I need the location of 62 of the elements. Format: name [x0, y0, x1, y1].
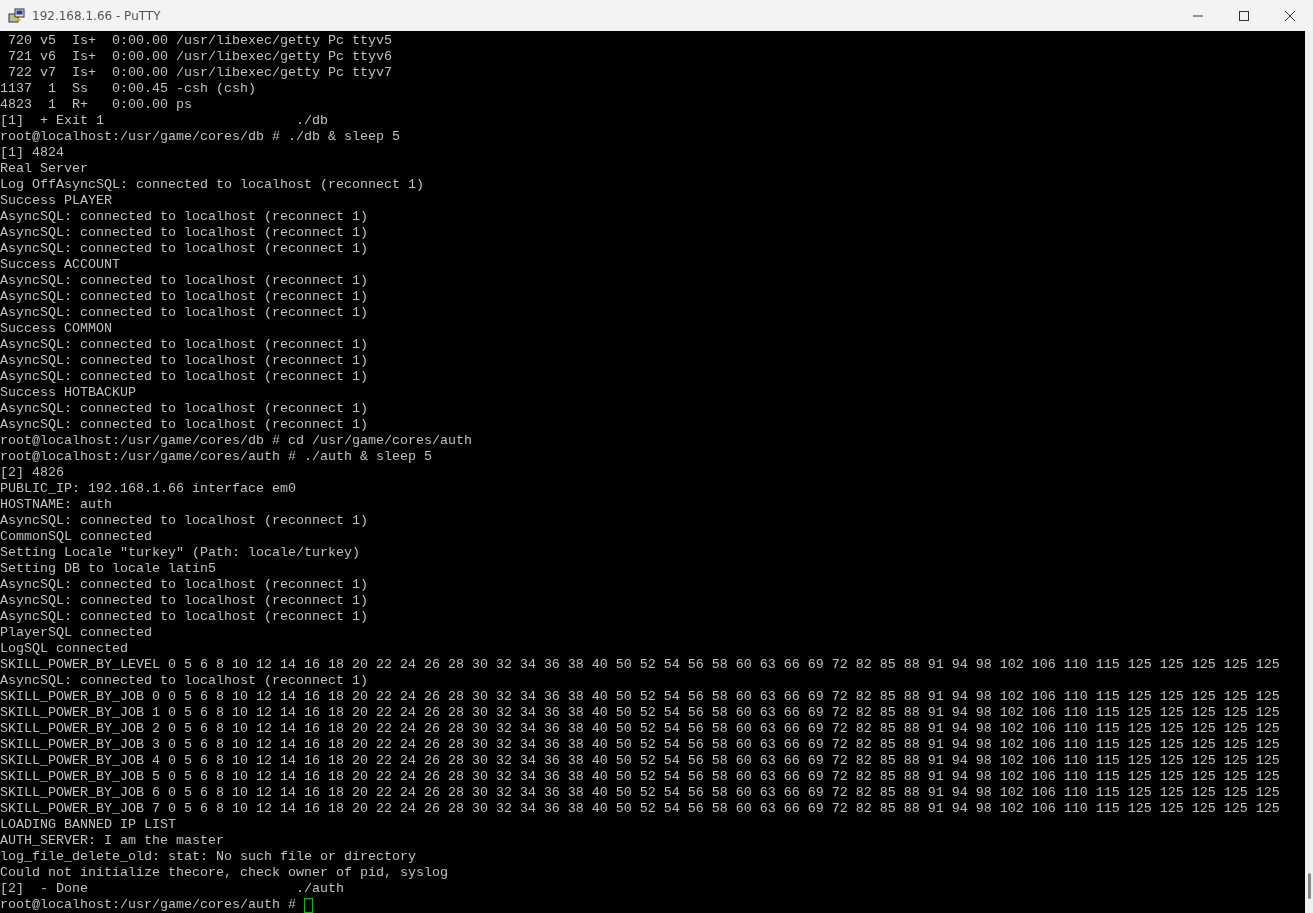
terminal-line: LOADING BANNED IP LIST — [0, 817, 177, 833]
terminal-line: SKILL_POWER_BY_LEVEL 0 5 6 8 10 12 14 16 18 20 22 24 26 28 30 32 34 36 38 40 50 52 54 56 58 60 63 66 69 72 82 85 88 91 94 98 102 106 110 115 125 125 125 125 125 — [0, 657, 1281, 673]
terminal-line: root@localhost:/usr/game/cores/db # cd /usr/game/cores/auth — [0, 433, 473, 449]
terminal-line: 721 v6 Is+ 0:00.00 /usr/libexec/getty Pc ttyv6 — [7, 49, 393, 65]
terminal-prompt: root@localhost:/usr/game/cores/auth # — [0, 897, 296, 913]
terminal-line: root@localhost:/usr/game/cores/db # ./db & sleep 5 — [0, 129, 401, 145]
terminal-line: 720 v5 Is+ 0:00.00 /usr/libexec/getty Pc ttyv5 — [7, 33, 393, 49]
maximize-icon — [1239, 10, 1249, 21]
window-title: 192.168.1.66 - PuTTY — [32, 8, 162, 23]
terminal-line: SKILL_POWER_BY_JOB 4 0 5 6 8 10 12 14 16 18 20 22 24 26 28 30 32 34 36 38 40 50 52 54 56 58 60 63 66 69 72 82 85 88 91 94 98 102 106 110 115 125 125 125 125 125 — [0, 753, 1281, 769]
terminal-line: 1137 1 Ss 0:00.45 -csh (csh) — [0, 81, 257, 97]
scrollbar-thumb[interactable] — [1308, 873, 1311, 899]
terminal-line: AsyncSQL: connected to localhost (reconnect 1) — [0, 289, 369, 305]
terminal-line: SKILL_POWER_BY_JOB 5 0 5 6 8 10 12 14 16 18 20 22 24 26 28 30 32 34 36 38 40 50 52 54 56 58 60 63 66 69 72 82 85 88 91 94 98 102 106 110 115 125 125 125 125 125 — [0, 769, 1281, 785]
terminal-line: Real Server — [0, 161, 89, 177]
terminal-line: Setting Locale "turkey" (Path: locale/turkey) — [0, 545, 361, 561]
text-cursor — [303, 897, 313, 913]
terminal-line: [2] - Done ./auth — [0, 881, 345, 897]
terminal-line: AUTH_SERVER: I am the master — [0, 833, 225, 849]
terminal-line: SKILL_POWER_BY_JOB 0 0 5 6 8 10 12 14 16 18 20 22 24 26 28 30 32 34 36 38 40 50 52 54 56 58 60 63 66 69 72 82 85 88 91 94 98 102 106 110 115 125 125 125 125 125 — [0, 689, 1281, 705]
terminal-line: AsyncSQL: connected to localhost (reconnect 1) — [0, 241, 369, 257]
terminal-line: PlayerSQL connected — [0, 625, 153, 641]
terminal-line: [1] 4824 — [0, 145, 65, 161]
terminal-line: SKILL_POWER_BY_JOB 1 0 5 6 8 10 12 14 16 18 20 22 24 26 28 30 32 34 36 38 40 50 52 54 56 58 60 63 66 69 72 82 85 88 91 94 98 102 106 110 115 125 125 125 125 125 — [0, 705, 1281, 721]
terminal-line: Success PLAYER — [0, 193, 113, 209]
scrollbar[interactable] — [1305, 31, 1313, 913]
terminal-line: [2] 4826 — [0, 465, 65, 481]
terminal-line: AsyncSQL: connected to localhost (reconnect 1) — [0, 577, 369, 593]
terminal-line: AsyncSQL: connected to localhost (reconnect 1) — [0, 593, 369, 609]
terminal-line: AsyncSQL: connected to localhost (reconnect 1) — [0, 273, 369, 289]
terminal-line: root@localhost:/usr/game/cores/auth # ./auth & sleep 5 — [0, 449, 433, 465]
terminal-line: Could not initialize thecore, check owner of pid, syslog — [0, 865, 449, 881]
terminal-line: AsyncSQL: connected to localhost (reconnect 1) — [0, 369, 369, 385]
terminal-line: Setting DB to locale latin5 — [0, 561, 217, 577]
terminal-line: AsyncSQL: connected to localhost (reconnect 1) — [0, 609, 369, 625]
terminal-line: [1] + Exit 1 ./db — [0, 113, 329, 129]
terminal-line: AsyncSQL: connected to localhost (reconnect 1) — [0, 305, 369, 321]
terminal-line: AsyncSQL: connected to localhost (reconnect 1) — [0, 673, 369, 689]
app-icon — [8, 7, 26, 24]
terminal-line: CommonSQL connected — [0, 529, 153, 545]
terminal-line: SKILL_POWER_BY_JOB 6 0 5 6 8 10 12 14 16 18 20 22 24 26 28 30 32 34 36 38 40 50 52 54 56 58 60 63 66 69 72 82 85 88 91 94 98 102 106 110 115 125 125 125 125 125 — [0, 785, 1281, 801]
terminal-line: AsyncSQL: connected to localhost (reconnect 1) — [0, 401, 369, 417]
terminal-line: PUBLIC_IP: 192.168.1.66 interface em0 — [0, 481, 297, 497]
close-icon — [1285, 10, 1295, 21]
terminal-line: LogSQL connected — [0, 641, 129, 657]
terminal-line: AsyncSQL: connected to localhost (reconnect 1) — [0, 225, 369, 241]
terminal-line: Success COMMON — [0, 321, 113, 337]
terminal-line: 4823 1 R+ 0:00.00 ps — [0, 97, 193, 113]
terminal-line: Success HOTBACKUP — [0, 385, 137, 401]
terminal-line: 722 v7 Is+ 0:00.00 /usr/libexec/getty Pc ttyv7 — [7, 65, 393, 81]
terminal-line: Success ACCOUNT — [0, 257, 121, 273]
terminal-line: AsyncSQL: connected to localhost (reconnect 1) — [0, 353, 369, 369]
terminal-line: AsyncSQL: connected to localhost (reconnect 1) — [0, 513, 369, 529]
terminal-line: AsyncSQL: connected to localhost (reconnect 1) — [0, 337, 369, 353]
terminal-line: Log OffAsyncSQL: connected to localhost (reconnect 1) — [0, 177, 425, 193]
terminal-line: AsyncSQL: connected to localhost (reconnect 1) — [0, 417, 369, 433]
terminal-line: SKILL_POWER_BY_JOB 3 0 5 6 8 10 12 14 16 18 20 22 24 26 28 30 32 34 36 38 40 50 52 54 56 58 60 63 66 69 72 82 85 88 91 94 98 102 106 110 115 125 125 125 125 125 — [0, 737, 1281, 753]
terminal-line: log_file_delete_old: stat: No such file or directory — [0, 849, 417, 865]
terminal-line: HOSTNAME: auth — [0, 497, 113, 513]
terminal-line: SKILL_POWER_BY_JOB 2 0 5 6 8 10 12 14 16 18 20 22 24 26 28 30 32 34 36 38 40 50 52 54 56 58 60 63 66 69 72 82 85 88 91 94 98 102 106 110 115 125 125 125 125 125 — [0, 721, 1281, 737]
terminal-line: AsyncSQL: connected to localhost (reconnect 1) — [0, 209, 369, 225]
terminal-line: SKILL_POWER_BY_JOB 7 0 5 6 8 10 12 14 16 18 20 22 24 26 28 30 32 34 36 38 40 50 52 54 56 58 60 63 66 69 72 82 85 88 91 94 98 102 106 110 115 125 125 125 125 125 — [0, 801, 1281, 817]
